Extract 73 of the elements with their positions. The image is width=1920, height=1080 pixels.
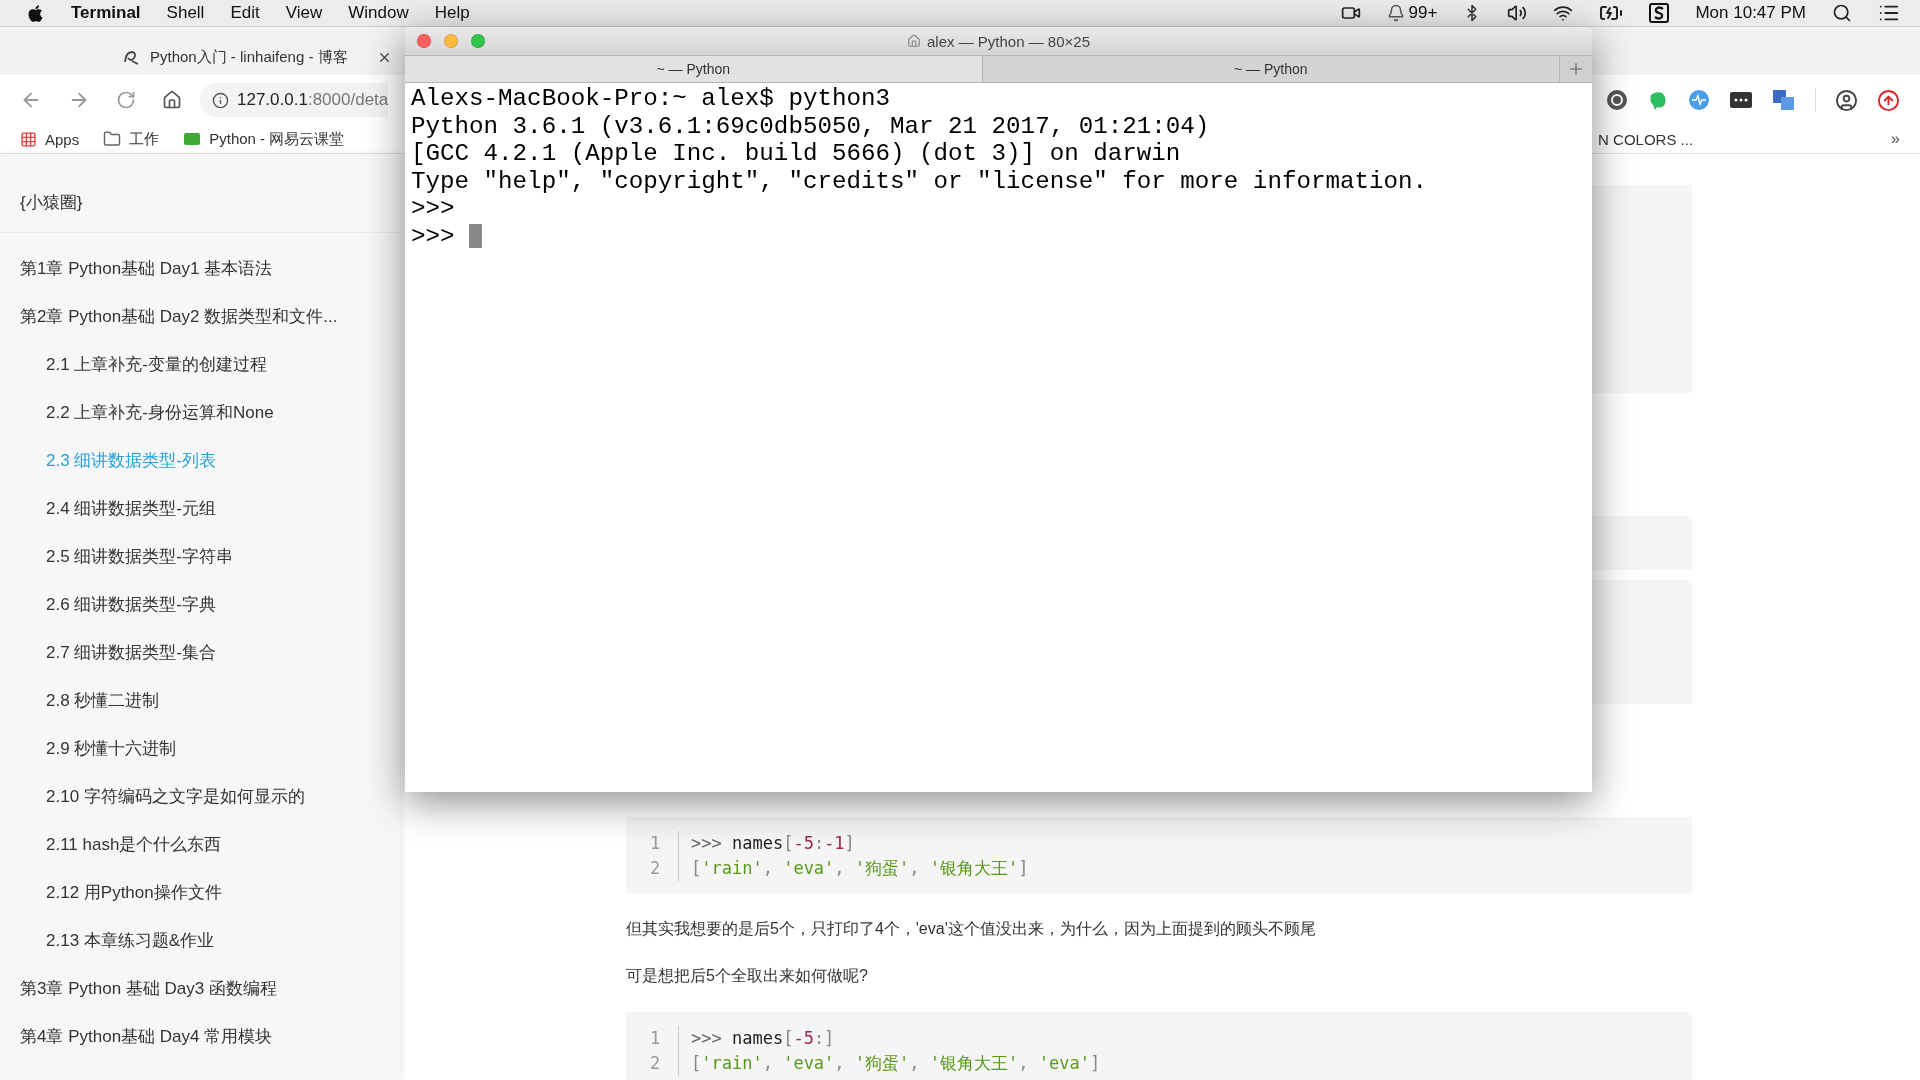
window-title: alex — Python — 80×25 bbox=[927, 32, 1090, 50]
plus-icon bbox=[1567, 60, 1585, 78]
code-line: >>> names[-5:-1] bbox=[691, 832, 855, 855]
section-link[interactable]: 2.6 细讲数据类型-字典 bbox=[0, 581, 400, 629]
terminal-tab[interactable]: ~ — Python bbox=[982, 56, 1560, 82]
bell-icon[interactable] bbox=[1386, 4, 1405, 22]
page-logo-icon bbox=[122, 48, 140, 66]
chapter-link[interactable]: 第3章 Python 基础 Day3 函数编程 bbox=[0, 965, 400, 1013]
paragraph: 但其实我想要的是后5个，只打印了4个，'eva'这个值没出来，为什么，因为上面提到的顾头不顾尾 bbox=[626, 919, 1317, 939]
menu-item[interactable]: Edit bbox=[230, 3, 260, 23]
site-tile-icon bbox=[183, 131, 202, 147]
upload-icon[interactable] bbox=[1877, 88, 1900, 112]
s-logo-icon[interactable] bbox=[1649, 3, 1670, 23]
section-link[interactable]: 2.13 本章练习题&作业 bbox=[0, 917, 400, 965]
pulse-circle-icon[interactable] bbox=[1688, 89, 1710, 111]
terminal-line: >>> bbox=[411, 195, 455, 223]
section-link[interactable]: 2.5 细讲数据类型-字符串 bbox=[0, 533, 400, 581]
address-field[interactable]: 127.0.0.1:8000/deta bbox=[200, 83, 389, 117]
line-number: 2 bbox=[650, 856, 679, 881]
grid-icon bbox=[20, 130, 37, 148]
folder-icon bbox=[103, 130, 122, 148]
line-number: 2 bbox=[650, 1051, 679, 1076]
code-line: ['rain', 'eva', '狗蛋', '银角大王', 'eva'] bbox=[691, 1052, 1101, 1075]
section-link[interactable]: 2.10 字符编码之文字是如何显示的 bbox=[0, 773, 400, 821]
line-number: 1 bbox=[650, 1026, 679, 1051]
terminal-line: Alexs-MacBook-Pro:~ alex$ python3 bbox=[411, 85, 890, 113]
section-link[interactable]: 2.11 hash是个什么东西 bbox=[0, 821, 400, 869]
terminal-line: Type "help", "copyright", "credits" or "license" for more information. bbox=[411, 167, 1428, 195]
section-link[interactable]: 2.9 秒懂十六进制 bbox=[0, 725, 400, 773]
terminal-line: >>> bbox=[411, 222, 455, 250]
info-icon bbox=[212, 91, 229, 109]
home-icon bbox=[907, 34, 921, 48]
text-cursor bbox=[468, 224, 482, 249]
sidebar-title: {小猿圈} bbox=[0, 188, 400, 233]
terminal-tab[interactable]: ~ — Python bbox=[405, 56, 983, 82]
chapter-link[interactable]: 第2章 Python基础 Day2 数据类型和文件... bbox=[0, 293, 400, 341]
paragraph: 可是想把后5个全取出来如何做呢? bbox=[626, 966, 869, 986]
chapter-link[interactable]: 第4章 Python基础 Day4 常用模块 bbox=[0, 1013, 400, 1061]
section-link[interactable]: 2.7 细讲数据类型-集合 bbox=[0, 629, 400, 677]
volume-icon[interactable] bbox=[1507, 3, 1528, 23]
section-link[interactable]: 2.8 秒懂二进制 bbox=[0, 677, 400, 725]
menu-item[interactable]: View bbox=[285, 3, 323, 23]
home-icon[interactable] bbox=[162, 90, 182, 110]
terminal-line: [GCC 4.2.1 (Apple Inc. build 5666) (dot 3)] on darwin bbox=[411, 140, 1181, 168]
e-circle-icon[interactable] bbox=[1606, 89, 1628, 111]
bookmark[interactable]: 工作 bbox=[103, 129, 160, 149]
line-number: 1 bbox=[650, 831, 679, 856]
terminal-line: Python 3.6.1 (v3.6.1:69c0db5050, Mar 21 2017, 01:21:04) bbox=[411, 112, 1210, 140]
section-link[interactable]: 2.2 上章补充-身份运算和None bbox=[0, 389, 400, 437]
search-icon[interactable] bbox=[1832, 3, 1852, 23]
app-menu[interactable]: Terminal bbox=[71, 3, 141, 23]
user-icon[interactable] bbox=[1835, 88, 1858, 112]
clock[interactable]: Mon 10:47 PM bbox=[1695, 3, 1806, 23]
wifi-icon[interactable] bbox=[1553, 3, 1574, 23]
bookmark[interactable]: N COLORS ... bbox=[1598, 130, 1694, 148]
close-button[interactable] bbox=[417, 34, 431, 48]
code-line: >>> names[-5:] bbox=[691, 1027, 835, 1050]
more-bookmarks[interactable]: » bbox=[1891, 130, 1900, 148]
chapter-link[interactable]: 第1章 Python基础 Day1 基本语法 bbox=[0, 245, 400, 293]
section-link[interactable]: 2.12 用Python操作文件 bbox=[0, 869, 400, 917]
menu-item[interactable]: Shell bbox=[166, 3, 205, 23]
notification-count: 99+ bbox=[1408, 3, 1438, 23]
code-line: ['rain', 'eva', '狗蛋', '银角大王'] bbox=[691, 857, 1029, 880]
section-link[interactable]: 2.4 细讲数据类型-元组 bbox=[0, 485, 400, 533]
reload-icon[interactable] bbox=[116, 90, 136, 110]
translate-icon[interactable] bbox=[1772, 89, 1796, 111]
bookmark[interactable]: Apps bbox=[20, 130, 80, 148]
menu-item[interactable]: Window bbox=[348, 3, 409, 23]
section-link[interactable]: 2.1 上章补充-变量的创建过程 bbox=[0, 341, 400, 389]
menu-item[interactable]: Help bbox=[434, 3, 470, 23]
dots-box-icon[interactable] bbox=[1729, 90, 1753, 110]
apple-icon[interactable] bbox=[26, 3, 45, 23]
bookmark[interactable]: Python - 网易云课堂 bbox=[183, 129, 345, 149]
